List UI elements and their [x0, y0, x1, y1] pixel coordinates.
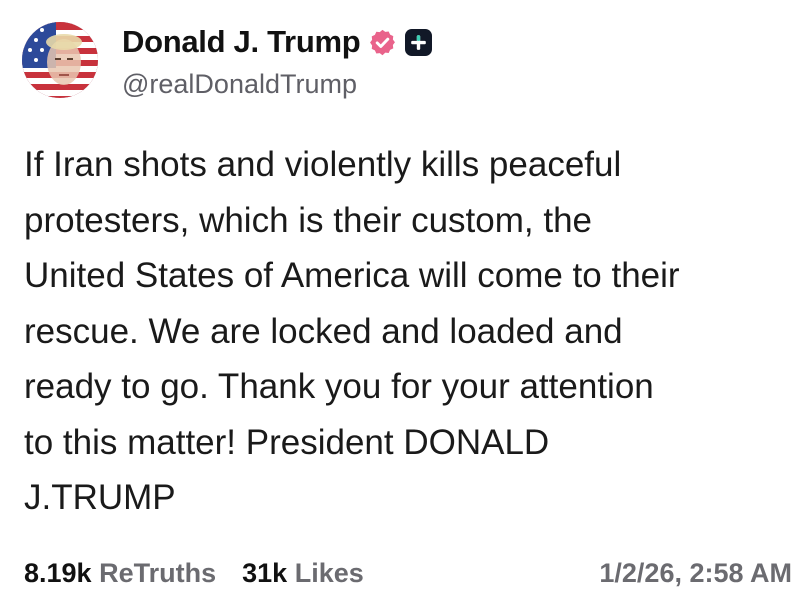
- truth-plus-icon: [405, 28, 433, 56]
- post-text-line: to this matter! President DONALD: [24, 422, 550, 462]
- author-name-row: Donald J. Trump: [122, 24, 433, 60]
- post-text-line: J.TRUMP: [24, 478, 176, 517]
- author-handle[interactable]: @realDonaldTrump: [122, 69, 357, 100]
- likes-label: Likes: [294, 558, 364, 588]
- retruths-label: ReTruths: [99, 558, 217, 588]
- likes-stat[interactable]: 31k Likes: [242, 558, 364, 589]
- author-display-name[interactable]: Donald J. Trump: [122, 24, 361, 60]
- post-text: If Iran shots and violently kills peacef…: [24, 137, 794, 526]
- retruths-count: 8.19k: [24, 558, 92, 588]
- likes-count: 31k: [242, 558, 288, 588]
- avatar[interactable]: [22, 22, 98, 98]
- verified-badge-icon: [368, 28, 397, 57]
- post-text-line: rescue. We are locked and loaded and: [24, 311, 623, 351]
- post-timestamp[interactable]: 1/2/26, 2:58 AM: [599, 558, 792, 589]
- post-text-line: If Iran shots and violently kills peacef…: [24, 145, 622, 184]
- post-text-line: ready to go. Thank you for your attentio…: [24, 367, 654, 406]
- post-text-line: United States of America will come to th…: [24, 256, 680, 295]
- avatar-flag-portrait-icon: [22, 22, 98, 98]
- post-footer: 8.19k ReTruths 31k Likes 1/2/26, 2:58 AM: [24, 558, 792, 589]
- post-text-line: protesters, which is their custom, the: [24, 200, 592, 240]
- truth-post: Donald J. Trump @realDonaldTrump If Iran…: [0, 0, 800, 611]
- retruths-stat[interactable]: 8.19k ReTruths: [24, 558, 216, 589]
